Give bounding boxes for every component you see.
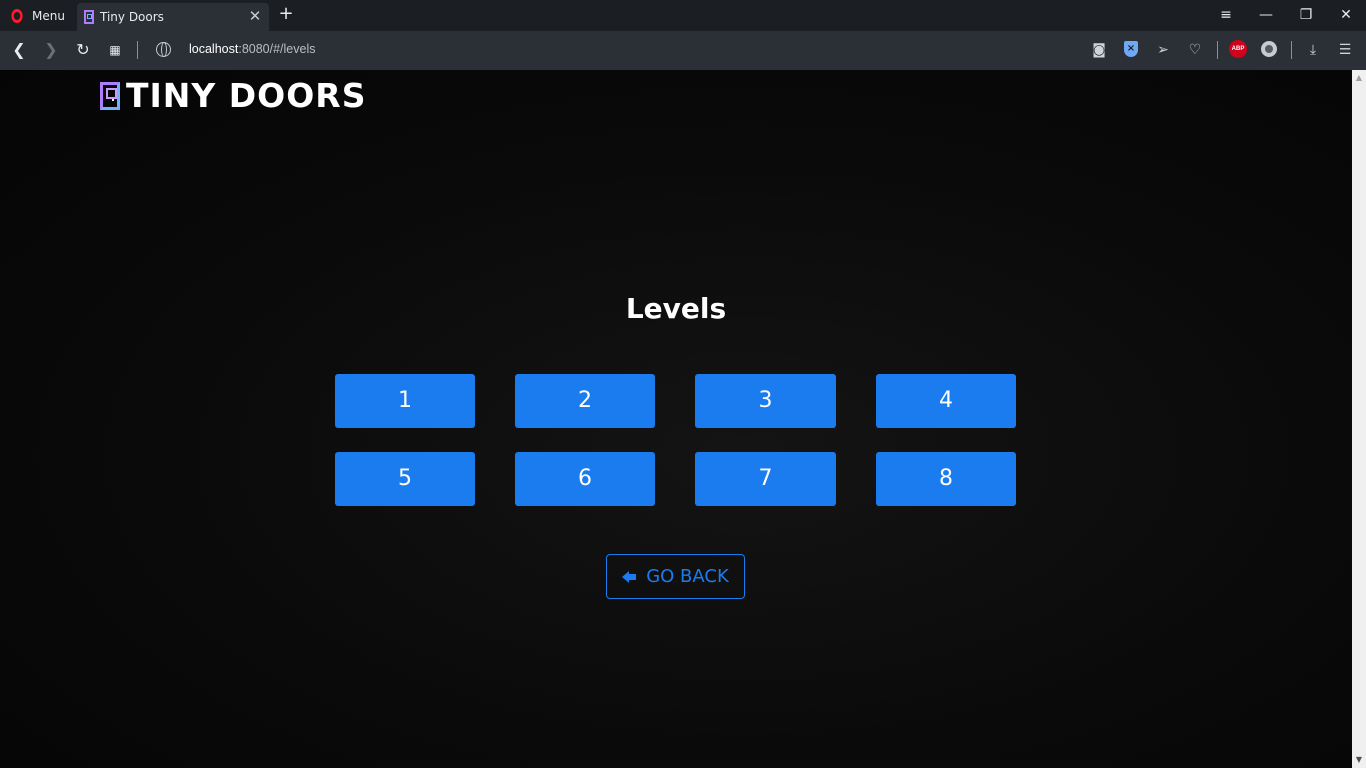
arrow-back-icon bbox=[622, 570, 637, 583]
tab-menu-icon[interactable]: ≡ bbox=[1216, 5, 1236, 25]
door-logo-icon bbox=[100, 82, 120, 110]
url-field[interactable]: localhost:8080/#/levels bbox=[189, 42, 315, 56]
adblock-icon[interactable]: ABP bbox=[1229, 40, 1247, 58]
restore-icon[interactable]: ❐ bbox=[1296, 5, 1316, 25]
send-icon[interactable]: ➢ bbox=[1153, 40, 1173, 60]
back-button[interactable]: ❮ bbox=[8, 39, 30, 61]
settings-sliders-icon[interactable]: ☰ bbox=[1335, 40, 1355, 60]
go-back-button[interactable]: GO BACK bbox=[606, 554, 745, 599]
download-icon[interactable]: ⤓ bbox=[1303, 40, 1323, 60]
minimize-icon[interactable]: — bbox=[1256, 5, 1276, 25]
heart-icon[interactable]: ♡ bbox=[1185, 40, 1205, 60]
toolbar-divider bbox=[1291, 41, 1292, 59]
door-favicon-icon bbox=[84, 10, 94, 24]
scroll-down-icon[interactable]: ▼ bbox=[1352, 754, 1366, 766]
tabs-grid-button[interactable]: ▦ bbox=[104, 39, 126, 61]
level-button-7[interactable]: 7 bbox=[695, 452, 836, 506]
brand-title: TINY DOORS bbox=[126, 76, 367, 115]
page-title: Levels bbox=[625, 292, 727, 325]
browser-tab-active[interactable]: Tiny Doors ✕ bbox=[77, 3, 269, 31]
toolbar-divider bbox=[137, 41, 138, 59]
camera-icon[interactable]: ◙ bbox=[1089, 40, 1109, 60]
reload-button[interactable]: ↻ bbox=[72, 39, 94, 61]
window-close-icon[interactable]: ✕ bbox=[1336, 5, 1356, 25]
page-viewport: TINY DOORS Levels 1 2 3 4 5 6 7 8 GO BAC… bbox=[0, 70, 1352, 768]
level-button-2[interactable]: 2 bbox=[515, 374, 655, 428]
level-button-5[interactable]: 5 bbox=[335, 452, 475, 506]
level-button-4[interactable]: 4 bbox=[876, 374, 1016, 428]
page-scrollbar[interactable]: ▲ ▼ bbox=[1352, 70, 1366, 768]
toolbar-divider bbox=[1217, 41, 1218, 59]
level-button-6[interactable]: 6 bbox=[515, 452, 655, 506]
extension-icon[interactable] bbox=[1261, 41, 1277, 57]
brand-logo[interactable]: TINY DOORS bbox=[100, 76, 367, 115]
tab-close-icon[interactable]: ✕ bbox=[247, 8, 263, 24]
scroll-up-icon[interactable]: ▲ bbox=[1352, 72, 1366, 84]
go-back-label: GO BACK bbox=[646, 566, 729, 587]
globe-icon bbox=[156, 42, 171, 57]
tab-title: Tiny Doors bbox=[100, 10, 164, 24]
level-button-1[interactable]: 1 bbox=[335, 374, 475, 428]
menu-label: Menu bbox=[32, 8, 65, 23]
forward-button[interactable]: ❯ bbox=[40, 39, 62, 61]
level-button-3[interactable]: 3 bbox=[695, 374, 836, 428]
new-tab-button[interactable]: + bbox=[277, 3, 295, 25]
shield-icon[interactable]: × bbox=[1124, 41, 1138, 57]
level-button-8[interactable]: 8 bbox=[876, 452, 1016, 506]
opera-logo-icon bbox=[11, 8, 23, 23]
url-path: :8080/#/levels bbox=[238, 42, 316, 56]
browser-tab-strip: Menu Tiny Doors ✕ + ≡ — ❐ ✕ bbox=[0, 0, 1366, 31]
opera-menu-button[interactable]: Menu bbox=[0, 0, 76, 31]
url-host: localhost bbox=[189, 42, 239, 56]
